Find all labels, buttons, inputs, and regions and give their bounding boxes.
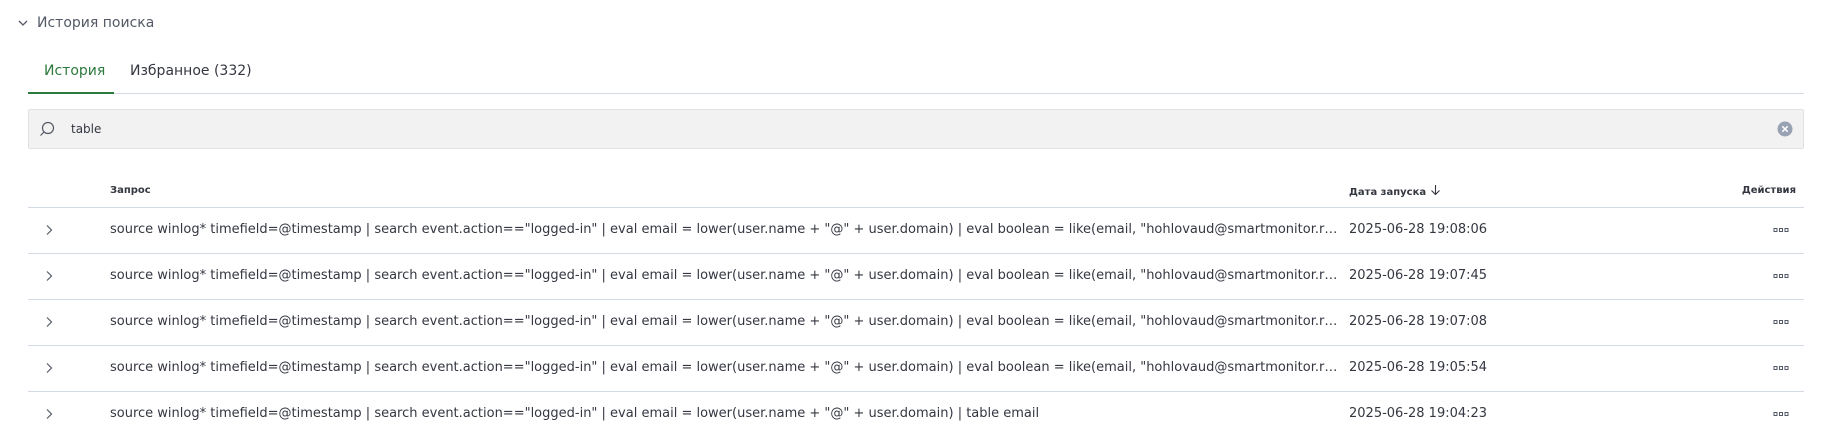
run-date: 2025-06-28 19:07:45 bbox=[1349, 268, 1488, 283]
chevron-right-icon[interactable] bbox=[39, 266, 59, 286]
clear-icon[interactable] bbox=[1777, 121, 1793, 141]
section-title: История поиска bbox=[37, 15, 155, 31]
chevron-down-icon bbox=[17, 17, 29, 29]
query-text: source winlog* timefield=@timestamp | se… bbox=[110, 314, 1340, 329]
chevron-right-icon[interactable] bbox=[39, 312, 59, 332]
query-text: source winlog* timefield=@timestamp | se… bbox=[110, 406, 1040, 421]
tab-history[interactable]: История bbox=[28, 52, 114, 94]
search-history-panel: История поиска История Избранное (332) З… bbox=[0, 0, 1833, 432]
search-bar bbox=[28, 109, 1804, 149]
tab-bar: История Избранное (332) bbox=[28, 52, 1804, 94]
tab-favorites[interactable]: Избранное (332) bbox=[114, 52, 268, 92]
search-input[interactable] bbox=[67, 117, 1765, 141]
chevron-right-icon[interactable] bbox=[39, 404, 59, 424]
more-horizontal-icon[interactable] bbox=[1770, 404, 1792, 424]
arrow-down-icon bbox=[1430, 184, 1441, 201]
chevron-right-icon[interactable] bbox=[39, 358, 59, 378]
run-date: 2025-06-28 19:05:54 bbox=[1349, 360, 1488, 375]
column-header-actions: Действия bbox=[1741, 185, 1796, 196]
more-horizontal-icon[interactable] bbox=[1770, 312, 1792, 332]
table-row: source winlog* timefield=@timestamp | se… bbox=[28, 300, 1804, 346]
table-row: source winlog* timefield=@timestamp | se… bbox=[28, 346, 1804, 392]
table-row: source winlog* timefield=@timestamp | se… bbox=[28, 254, 1804, 300]
table-row: source winlog* timefield=@timestamp | se… bbox=[28, 208, 1804, 254]
table-row: source winlog* timefield=@timestamp | se… bbox=[28, 392, 1804, 432]
column-header-date-label: Дата запуска bbox=[1349, 186, 1427, 198]
more-horizontal-icon[interactable] bbox=[1770, 266, 1792, 286]
run-date: 2025-06-28 19:07:08 bbox=[1349, 314, 1488, 329]
query-text: source winlog* timefield=@timestamp | se… bbox=[110, 360, 1340, 375]
run-date: 2025-06-28 19:08:06 bbox=[1349, 222, 1488, 237]
search-history-toggle[interactable]: История поиска bbox=[17, 12, 154, 34]
history-table: Запрос Дата запуска Действия source winl… bbox=[28, 176, 1804, 432]
table-header: Запрос Дата запуска Действия bbox=[28, 176, 1804, 208]
more-horizontal-icon[interactable] bbox=[1770, 220, 1792, 240]
more-horizontal-icon[interactable] bbox=[1770, 358, 1792, 378]
query-text: source winlog* timefield=@timestamp | se… bbox=[110, 222, 1340, 237]
search-icon bbox=[39, 121, 56, 142]
chevron-right-icon[interactable] bbox=[39, 220, 59, 240]
column-header-query: Запрос bbox=[110, 185, 151, 196]
column-header-date[interactable]: Дата запуска bbox=[1349, 184, 1441, 201]
run-date: 2025-06-28 19:04:23 bbox=[1349, 406, 1488, 421]
query-text: source winlog* timefield=@timestamp | se… bbox=[110, 268, 1340, 283]
